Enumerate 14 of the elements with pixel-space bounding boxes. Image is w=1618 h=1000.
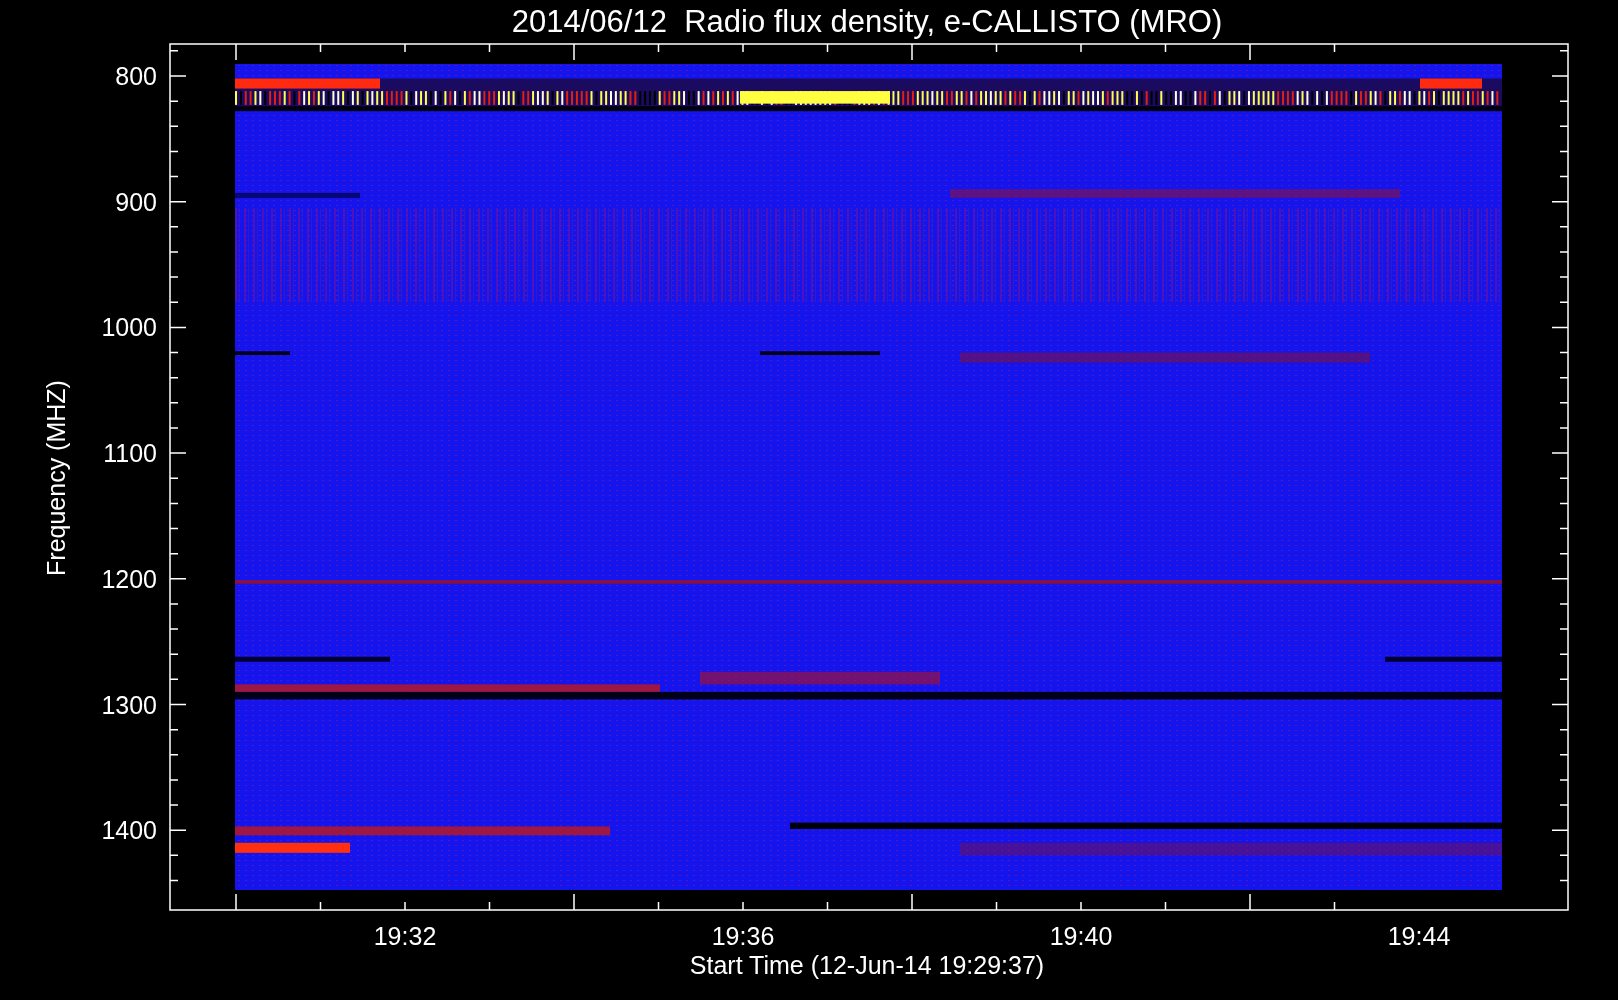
y-tick-label: 1300: [101, 690, 157, 719]
y-tick-label: 1200: [101, 564, 157, 593]
y-axis-label: Frequency (MHZ): [42, 380, 70, 576]
x-tick-label: 19:40: [1049, 922, 1113, 950]
x-axis-label: Start Time (12-Jun-14 19:29:37): [689, 951, 1045, 979]
x-tick-label: 19:32: [373, 922, 437, 950]
y-tick-label: 800: [115, 62, 157, 90]
y-tick-label: 1000: [101, 313, 157, 342]
x-tick-label: 19:44: [1387, 922, 1451, 950]
x-tick-label: 19:36: [711, 922, 775, 950]
y-tick-label: 1400: [101, 816, 157, 845]
chart-title: 2014/06/12 Radio flux density, e-CALLISTO (MRO): [511, 4, 1223, 39]
y-tick-label: 1100: [103, 439, 157, 468]
y-tick-label: 900: [115, 187, 157, 216]
